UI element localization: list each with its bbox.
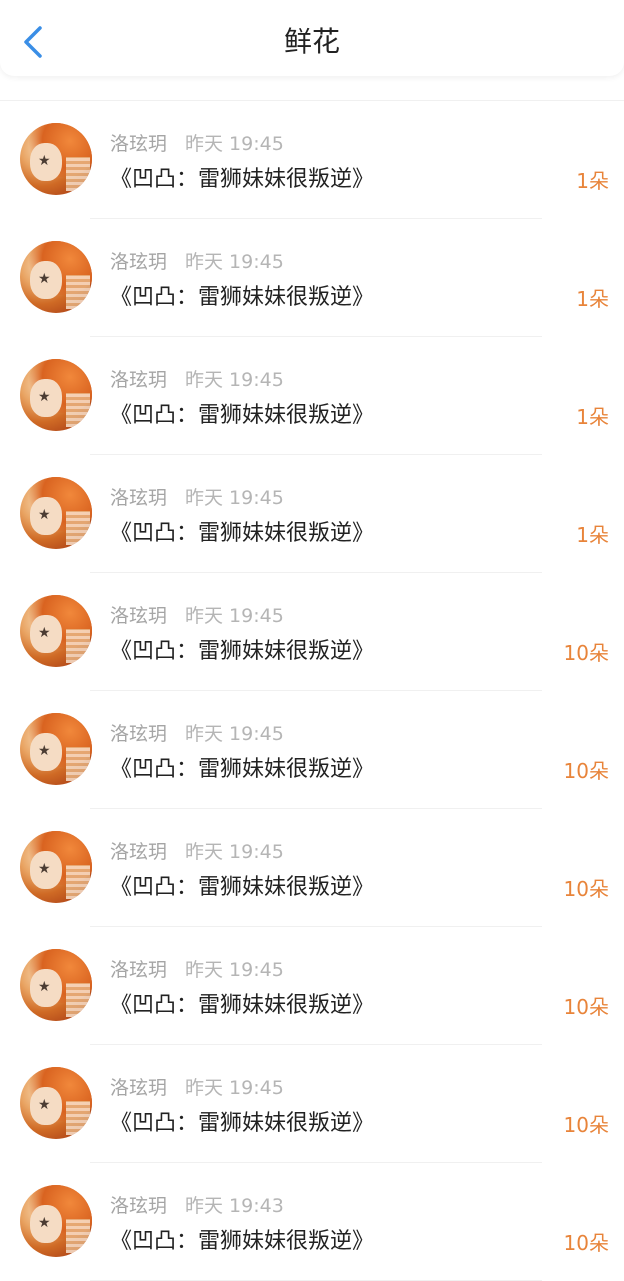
timestamp: 昨天 19:45 [185,605,284,627]
avatar[interactable]: ★ [20,1185,92,1257]
list-item[interactable]: ★ 洛玹玥 昨天 19:45 《凹凸：雷狮妹妹很叛逆》 1朵 [0,455,624,573]
item-meta: 洛玹玥 昨天 19:45 [110,129,284,156]
flower-count: 1朵 [576,523,609,547]
username: 洛玹玥 [110,1195,168,1217]
book-title: 《凹凸：雷狮妹妹很叛逆》 [110,1229,375,1254]
item-meta: 洛玹玥 昨天 19:45 [110,601,284,628]
timestamp: 昨天 19:45 [185,487,284,509]
avatar[interactable]: ★ [20,359,92,431]
item-meta: 洛玹玥 昨天 19:45 [110,247,284,274]
item-meta: 洛玹玥 昨天 19:45 [110,365,284,392]
top-nav-bar: 鲜花 [0,0,624,76]
book-title: 《凹凸：雷狮妹妹很叛逆》 [110,993,375,1018]
book-title: 《凹凸：雷狮妹妹很叛逆》 [110,403,375,428]
timestamp: 昨天 19:45 [185,133,284,155]
avatar[interactable]: ★ [20,713,92,785]
book-title: 《凹凸：雷狮妹妹很叛逆》 [110,875,375,900]
flower-count: 10朵 [563,877,609,901]
username: 洛玹玥 [110,1077,168,1099]
list-item[interactable]: ★ 洛玹玥 昨天 19:45 《凹凸：雷狮妹妹很叛逆》 1朵 [0,219,624,337]
username: 洛玹玥 [110,369,168,391]
avatar[interactable]: ★ [20,1067,92,1139]
username: 洛玹玥 [110,251,168,273]
avatar[interactable]: ★ [20,241,92,313]
avatar[interactable]: ★ [20,123,92,195]
list-item[interactable]: ★ 洛玹玥 昨天 19:45 《凹凸：雷狮妹妹很叛逆》 10朵 [0,809,624,927]
flower-count: 10朵 [563,759,609,783]
list-item[interactable]: ★ 洛玹玥 昨天 19:45 《凹凸：雷狮妹妹很叛逆》 1朵 [0,337,624,455]
flower-count: 10朵 [563,1231,609,1255]
book-title: 《凹凸：雷狮妹妹很叛逆》 [110,285,375,310]
item-meta: 洛玹玥 昨天 19:43 [110,1191,284,1218]
book-title: 《凹凸：雷狮妹妹很叛逆》 [110,757,375,782]
username: 洛玹玥 [110,959,168,981]
timestamp: 昨天 19:45 [185,723,284,745]
book-title: 《凹凸：雷狮妹妹很叛逆》 [110,167,375,192]
timestamp: 昨天 19:43 [185,1195,284,1217]
page-title: 鲜花 [283,25,340,58]
username: 洛玹玥 [110,133,168,155]
flower-count: 10朵 [563,641,609,665]
book-title: 《凹凸：雷狮妹妹很叛逆》 [110,521,375,546]
list-item[interactable]: ★ 洛玹玥 昨天 19:45 《凹凸：雷狮妹妹很叛逆》 1朵 [0,101,624,219]
timestamp: 昨天 19:45 [185,1077,284,1099]
book-title: 《凹凸：雷狮妹妹很叛逆》 [110,639,375,664]
list-item[interactable]: ★ 洛玹玥 昨天 19:45 《凹凸：雷狮妹妹很叛逆》 10朵 [0,927,624,1045]
avatar[interactable]: ★ [20,477,92,549]
list-item[interactable]: ★ 洛玹玥 昨天 19:45 《凹凸：雷狮妹妹很叛逆》 10朵 [0,1045,624,1163]
timestamp: 昨天 19:45 [185,841,284,863]
item-meta: 洛玹玥 昨天 19:45 [110,955,284,982]
item-meta: 洛玹玥 昨天 19:45 [110,837,284,864]
item-meta: 洛玹玥 昨天 19:45 [110,1073,284,1100]
flower-count: 1朵 [576,287,609,311]
item-meta: 洛玹玥 昨天 19:45 [110,719,284,746]
flower-record-list: ★ 洛玹玥 昨天 19:45 《凹凸：雷狮妹妹很叛逆》 1朵 ★ 洛玹玥 昨天 19… [0,100,624,1281]
list-item[interactable]: ★ 洛玹玥 昨天 19:45 《凹凸：雷狮妹妹很叛逆》 10朵 [0,691,624,809]
flower-count: 10朵 [563,995,609,1019]
username: 洛玹玥 [110,605,168,627]
book-title: 《凹凸：雷狮妹妹很叛逆》 [110,1111,375,1136]
list-item[interactable]: ★ 洛玹玥 昨天 19:43 《凹凸：雷狮妹妹很叛逆》 10朵 [0,1163,624,1281]
item-meta: 洛玹玥 昨天 19:45 [110,483,284,510]
timestamp: 昨天 19:45 [185,959,284,981]
timestamp: 昨天 19:45 [185,369,284,391]
flower-count: 10朵 [563,1113,609,1137]
list-item[interactable]: ★ 洛玹玥 昨天 19:45 《凹凸：雷狮妹妹很叛逆》 10朵 [0,573,624,691]
avatar[interactable]: ★ [20,949,92,1021]
avatar[interactable]: ★ [20,595,92,667]
timestamp: 昨天 19:45 [185,251,284,273]
avatar[interactable]: ★ [20,831,92,903]
flower-count: 1朵 [576,405,609,429]
flower-count: 1朵 [576,169,609,193]
username: 洛玹玥 [110,723,168,745]
username: 洛玹玥 [110,841,168,863]
username: 洛玹玥 [110,487,168,509]
